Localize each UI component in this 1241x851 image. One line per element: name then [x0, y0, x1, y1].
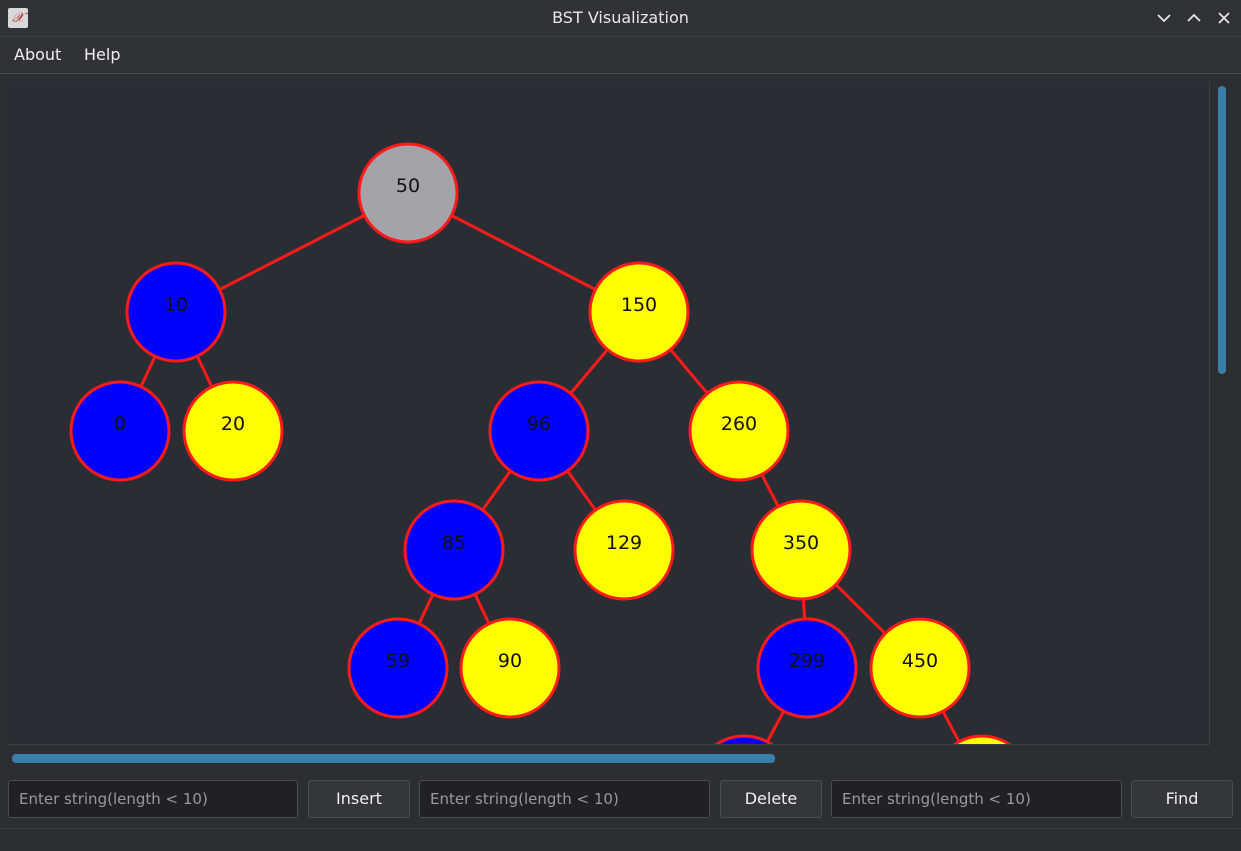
window-title: BST Visualization: [552, 8, 689, 27]
chevron-up-icon: [1187, 13, 1201, 22]
node-circle: [952, 734, 1012, 744]
node-label: 96: [527, 413, 551, 435]
delete-button[interactable]: Delete: [720, 780, 822, 818]
tree-node-10[interactable]: 10: [125, 261, 227, 363]
tree-node-0[interactable]: 0: [69, 380, 171, 482]
find-button[interactable]: Find: [1131, 780, 1233, 818]
tree-node-150[interactable]: 150: [588, 261, 690, 363]
delete-input[interactable]: [419, 780, 710, 818]
tree-node-96[interactable]: 96: [488, 380, 590, 482]
status-divider: [0, 828, 1241, 829]
insert-input[interactable]: [8, 780, 298, 818]
horizontal-scrollbar[interactable]: [12, 754, 775, 763]
tree-node-350[interactable]: 350: [750, 499, 852, 601]
node-label: 59: [386, 650, 410, 672]
tree-node-59[interactable]: 59: [347, 617, 449, 719]
close-button[interactable]: [1213, 7, 1235, 29]
tree-node-20[interactable]: 20: [182, 380, 284, 482]
node-label: 90: [498, 650, 522, 672]
bst-diagram: 50 10 150 0 20 96 260 85 129 350 59 90 299 450: [69, 142, 1031, 744]
tree-node-c1[interactable]: [695, 734, 793, 744]
node-label: 129: [606, 532, 642, 554]
node-label: 0: [114, 413, 126, 435]
tree-canvas[interactable]: 50 10 150 0 20 96 260 85 129 350 59 90 299 450: [8, 82, 1210, 745]
tree-node-299[interactable]: 299: [756, 617, 858, 719]
chevron-down-icon: [1157, 14, 1171, 23]
tree-node-90[interactable]: 90: [459, 617, 561, 719]
tree-node-450[interactable]: 450: [869, 617, 971, 719]
node-label: 450: [902, 650, 938, 672]
title-bar: 𝒳 BST Visualization: [0, 0, 1241, 37]
node-label: 350: [783, 532, 819, 554]
tree-node-260[interactable]: 260: [688, 380, 790, 482]
node-label: 85: [442, 532, 466, 554]
node-label: 299: [789, 650, 825, 672]
node-label: 10: [164, 294, 188, 316]
tree-node-c2[interactable]: [933, 734, 1031, 744]
node-label: 260: [721, 413, 757, 435]
insert-button[interactable]: Insert: [308, 780, 410, 818]
close-icon: [1218, 12, 1230, 24]
menu-help[interactable]: Help: [84, 37, 120, 73]
menu-bar: About Help: [0, 37, 1241, 74]
vertical-scrollbar[interactable]: [1218, 86, 1226, 374]
tree-node-129[interactable]: 129: [573, 499, 675, 601]
maximize-button[interactable]: [1183, 7, 1205, 29]
node-label: 150: [621, 294, 657, 316]
minimize-button[interactable]: [1153, 7, 1175, 29]
find-input[interactable]: [831, 780, 1122, 818]
node-label: 50: [396, 175, 420, 197]
tree-node-85[interactable]: 85: [403, 499, 505, 601]
tree-node-50[interactable]: 50: [357, 142, 459, 244]
node-circle: [714, 734, 774, 744]
menu-about[interactable]: About: [14, 37, 61, 73]
node-label: 20: [221, 413, 245, 435]
